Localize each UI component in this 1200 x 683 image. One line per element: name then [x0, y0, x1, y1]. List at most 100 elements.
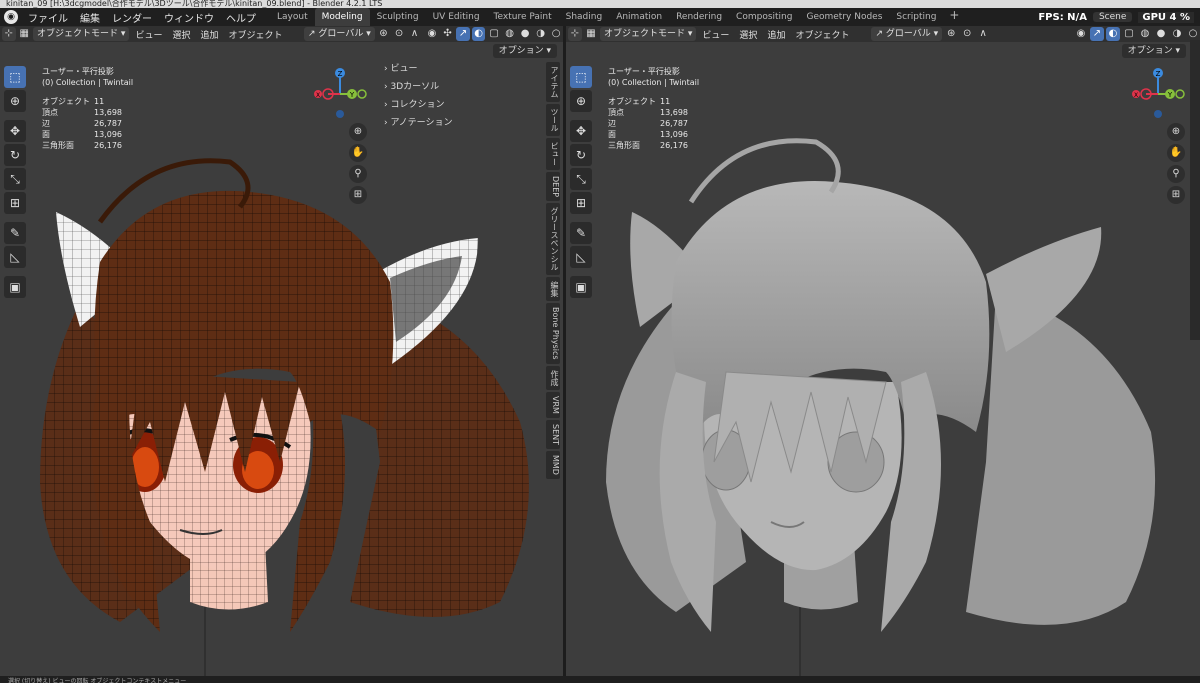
menu-edit[interactable]: 編集	[74, 10, 106, 25]
shading-solid-icon[interactable]: ●	[1154, 27, 1168, 41]
annotate-tool-icon[interactable]: ✎	[4, 222, 26, 244]
pivot-icon[interactable]: ⊛	[377, 27, 391, 41]
viewport-left[interactable]: ⊹ ▦ オブジェクトモード ▾ ビュー 選択 追加 オブジェクト ↗ グローバル…	[0, 26, 563, 676]
pivot-icon[interactable]: ⊛	[944, 27, 958, 41]
orientation-dropdown[interactable]: ↗ グローバル ▾	[871, 27, 943, 41]
add-cube-tool-icon[interactable]: ▣	[4, 276, 26, 298]
move-tool-icon[interactable]: ✥	[570, 120, 592, 142]
tab-shading[interactable]: Shading	[559, 8, 610, 26]
annotate-tool-icon[interactable]: ✎	[570, 222, 592, 244]
menu-help[interactable]: ヘルプ	[220, 10, 262, 25]
proportional-icon[interactable]: ∧	[976, 27, 990, 41]
perspective-toggle-icon[interactable]: ⊞	[1167, 186, 1185, 204]
visibility-icon[interactable]: ◉	[425, 27, 439, 41]
mode-dropdown[interactable]: オブジェクトモード ▾	[600, 27, 697, 41]
tab-modeling[interactable]: Modeling	[314, 8, 370, 26]
tab-animation[interactable]: Animation	[609, 8, 669, 26]
tab-rendering[interactable]: Rendering	[669, 8, 729, 26]
gizmo-toggle-icon[interactable]: ✣	[441, 27, 455, 41]
panel-view[interactable]: › ビュー	[378, 60, 544, 78]
gizmo-neg-y-icon[interactable]	[357, 89, 367, 99]
overlay-toggle-icon[interactable]: ◐	[1106, 27, 1120, 41]
select-box-tool-icon[interactable]: ⬚	[4, 66, 26, 88]
add-cube-tool-icon[interactable]: ▣	[570, 276, 592, 298]
gizmo-neg-y-icon[interactable]	[1175, 89, 1185, 99]
panel-collection[interactable]: › コレクション	[378, 96, 544, 114]
menu-select[interactable]: 選択	[735, 28, 761, 41]
overlay-toggle-icon[interactable]: ◐	[471, 27, 486, 41]
sidebar-tab-item[interactable]: アイテム	[546, 62, 560, 102]
panel-3d-cursor[interactable]: › 3Dカーソル	[378, 78, 544, 96]
shading-solid-icon[interactable]: ●	[518, 27, 532, 41]
navigation-gizmo-right[interactable]: Z Y X	[1130, 66, 1186, 124]
tab-texture-paint[interactable]: Texture Paint	[487, 8, 559, 26]
orientation-dropdown[interactable]: ↗ グローバル ▾	[304, 27, 375, 41]
sidebar-tab-create[interactable]: 作成	[546, 365, 560, 390]
shading-wire-icon[interactable]: ◍	[1138, 27, 1152, 41]
menu-object[interactable]: オブジェクト	[791, 28, 853, 41]
rotate-tool-icon[interactable]: ↻	[570, 144, 592, 166]
sidebar-tab-view[interactable]: ビュー	[546, 138, 560, 170]
sidebar-tab-edit[interactable]: 編集	[546, 277, 560, 302]
sidebar-tab-grease-pencil[interactable]: グリースペンシル	[546, 203, 560, 276]
menu-add[interactable]: 追加	[196, 28, 222, 41]
menu-view[interactable]: ビュー	[131, 28, 166, 41]
scale-tool-icon[interactable]: ⤡	[4, 168, 26, 190]
shading-material-icon[interactable]: ◑	[1170, 27, 1184, 41]
menu-render[interactable]: レンダー	[106, 10, 158, 25]
sidebar-tab-deep[interactable]: DEEP	[546, 172, 560, 202]
tab-layout[interactable]: Layout	[270, 8, 315, 26]
move-tool-icon[interactable]: ✥	[4, 120, 26, 142]
tab-scripting[interactable]: Scripting	[889, 8, 943, 26]
pan-hand-icon[interactable]: ✋	[349, 144, 367, 162]
select-mode-icon[interactable]: ▦	[584, 27, 598, 41]
zoom-icon[interactable]: ⊕	[1167, 123, 1185, 141]
snap-icon[interactable]: ⊙	[960, 27, 974, 41]
editor-type-icon[interactable]: ⊹	[2, 27, 16, 41]
scale-tool-icon[interactable]: ⤡	[570, 168, 592, 190]
navigation-gizmo-left[interactable]: Z Y X	[312, 66, 368, 124]
right-edge-sidebar[interactable]	[1190, 40, 1200, 340]
sidebar-tab-bone-physics[interactable]: Bone Physics	[546, 303, 560, 364]
menu-file[interactable]: ファイル	[22, 10, 74, 25]
xray-icon[interactable]: ▢	[487, 27, 501, 41]
menu-add[interactable]: 追加	[763, 28, 789, 41]
panel-annotation[interactable]: › アノテーション	[378, 114, 544, 132]
tab-uv-editing[interactable]: UV Editing	[426, 8, 487, 26]
tab-sculpting[interactable]: Sculpting	[370, 8, 426, 26]
select-mode-icon[interactable]: ▦	[18, 27, 32, 41]
cursor-tool-icon[interactable]: ⊕	[4, 90, 26, 112]
tab-compositing[interactable]: Compositing	[729, 8, 799, 26]
shading-rendered-icon[interactable]: ○	[1186, 27, 1200, 41]
snap-icon[interactable]: ⊙	[392, 27, 406, 41]
add-workspace-button[interactable]: +	[943, 8, 965, 26]
tab-geometry-nodes[interactable]: Geometry Nodes	[799, 8, 889, 26]
scene-selector[interactable]: Scene	[1092, 12, 1133, 22]
sidebar-tab-sent[interactable]: SENT	[546, 419, 560, 449]
gizmo-neg-z-icon[interactable]	[336, 110, 344, 118]
rotate-tool-icon[interactable]: ↻	[4, 144, 26, 166]
viewport-right[interactable]: ⊹ ▦ オブジェクトモード ▾ ビュー 選択 追加 オブジェクト ↗ グローバル…	[566, 26, 1200, 676]
cursor-tool-icon[interactable]: ⊕	[570, 90, 592, 112]
menu-object[interactable]: オブジェクト	[224, 28, 286, 41]
mode-dropdown[interactable]: オブジェクトモード ▾	[33, 27, 130, 41]
sidebar-tab-vrm[interactable]: VRM	[546, 391, 560, 418]
pan-hand-icon[interactable]: ✋	[1167, 144, 1185, 162]
visibility-icon[interactable]: ◉	[1074, 27, 1088, 41]
sidebar-tab-mmd[interactable]: MMD	[546, 450, 560, 479]
camera-view-icon[interactable]: ⚲	[1167, 165, 1185, 183]
shading-wire-icon[interactable]: ◍	[503, 27, 517, 41]
zoom-icon[interactable]: ⊕	[349, 123, 367, 141]
gizmo-active-icon[interactable]: ↗	[1090, 27, 1104, 41]
menu-view[interactable]: ビュー	[698, 28, 733, 41]
measure-tool-icon[interactable]: ◺	[570, 246, 592, 268]
camera-view-icon[interactable]: ⚲	[349, 165, 367, 183]
xray-icon[interactable]: ▢	[1122, 27, 1136, 41]
measure-tool-icon[interactable]: ◺	[4, 246, 26, 268]
blender-logo-icon[interactable]: ◉	[4, 10, 18, 24]
gizmo-active-icon[interactable]: ↗	[456, 27, 470, 41]
perspective-toggle-icon[interactable]: ⊞	[349, 186, 367, 204]
shading-material-icon[interactable]: ◑	[534, 27, 548, 41]
editor-type-icon[interactable]: ⊹	[568, 27, 582, 41]
gizmo-neg-z-icon[interactable]	[1154, 110, 1162, 118]
